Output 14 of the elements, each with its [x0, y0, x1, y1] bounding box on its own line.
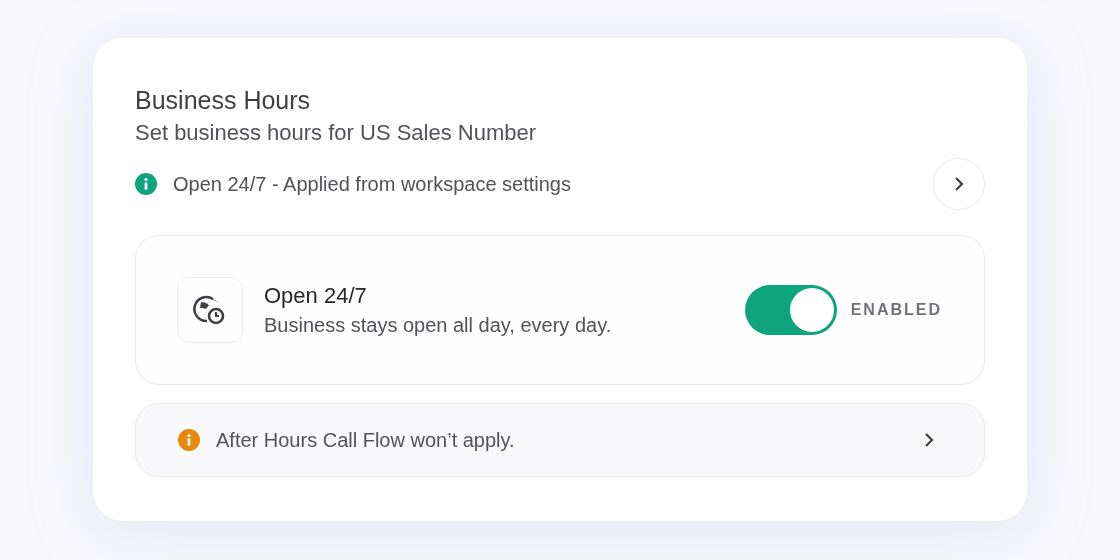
state-label: ENABLED	[850, 300, 942, 320]
section-subtitle: Set business hours for US Sales Number	[135, 119, 538, 147]
setting-description: Business stays open all day, every day.	[264, 313, 612, 338]
info-icon	[135, 173, 157, 195]
info-icon	[178, 429, 200, 451]
chevron-right-icon	[952, 175, 966, 193]
notice-text: After Hours Call Flow won’t apply.	[216, 428, 515, 453]
chevron-right-icon	[922, 431, 936, 449]
setting-title: Open 24/7	[264, 282, 368, 310]
notice-bar[interactable]: After Hours Call Flow won’t apply.	[135, 403, 985, 477]
notice-text: Open 24/7 - Applied from workspace settings	[173, 172, 571, 197]
toggle-switch[interactable]	[744, 285, 837, 335]
globe-clock-icon	[193, 293, 227, 327]
section-title: Business Hours	[135, 85, 312, 116]
